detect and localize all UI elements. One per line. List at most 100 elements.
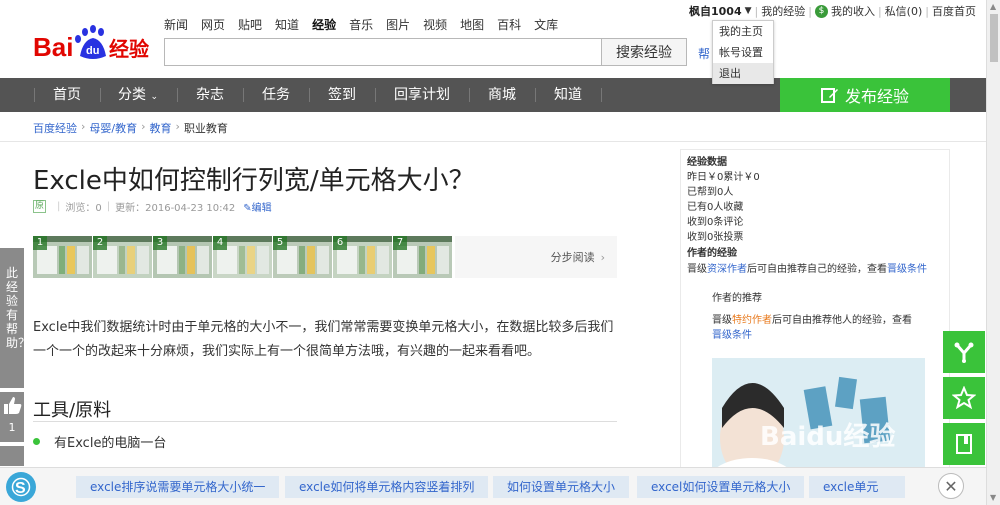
nav-category[interactable]: 分类 ⌄	[118, 78, 158, 112]
edit-link[interactable]: ✎编辑	[243, 199, 271, 214]
related-link[interactable]: 如何设置单元格大小	[493, 476, 630, 498]
stat-line: 收到0条评论	[687, 217, 744, 228]
top-nav-web[interactable]: 网页	[201, 16, 225, 33]
tool-text: 有Excle的电脑一台	[54, 436, 167, 451]
top-nav-news[interactable]: 新闻	[164, 16, 188, 33]
stats-title: 经验数据	[687, 157, 727, 168]
nav-mall[interactable]: 商城	[488, 78, 516, 112]
related-link[interactable]: excle单元	[809, 476, 905, 498]
top-nav-tieba[interactable]: 贴吧	[238, 16, 262, 33]
step-read-label: 分步阅读	[550, 251, 595, 264]
search-button[interactable]: 搜索经验	[601, 38, 687, 66]
username[interactable]: 枫自1004	[689, 3, 742, 19]
nav-checkin[interactable]: 签到	[328, 78, 356, 112]
step-read-button[interactable]: 分步阅读 ›	[455, 236, 617, 278]
scrollbar-thumb[interactable]	[990, 14, 998, 62]
like-button[interactable]: 1	[0, 392, 24, 442]
step-thumbnail[interactable]: 2	[93, 236, 152, 278]
divider	[309, 88, 310, 102]
menu-item-my-home[interactable]: 我的主页	[713, 21, 773, 42]
messages-link[interactable]: 私信(0)	[885, 3, 923, 19]
top-nav-jingyan[interactable]: 经验	[312, 16, 336, 33]
chevron-down-icon[interactable]: ▼	[745, 6, 752, 16]
upgrade-conditions-link[interactable]: 晋级条件	[712, 326, 752, 341]
baidu-jingyan-logo[interactable]: Bai du 经验	[33, 22, 153, 66]
breadcrumb-item[interactable]: 母婴/教育	[89, 120, 137, 136]
step-number: 3	[153, 236, 167, 250]
related-link[interactable]: excle排序说需要单元格大小统一	[76, 476, 280, 498]
top-nav-music[interactable]: 音乐	[349, 16, 373, 33]
recommend-title: 作者的推荐	[712, 293, 762, 304]
thumbs-up-icon	[4, 397, 22, 414]
senior-author-link[interactable]: 资深作者	[707, 264, 747, 275]
step-thumbnail[interactable]: 3	[153, 236, 212, 278]
top-nav-baike[interactable]: 百科	[497, 16, 521, 33]
step-thumbnail[interactable]: 5	[273, 236, 332, 278]
bookmark-button[interactable]	[943, 423, 985, 465]
nav-category-label: 分类	[118, 87, 146, 103]
step-thumbnail[interactable]: 7	[393, 236, 452, 278]
step-thumbnail[interactable]: 1	[33, 236, 92, 278]
step-number: 2	[93, 236, 107, 250]
top-nav-zhidao[interactable]: 知道	[275, 16, 299, 33]
my-experience-link[interactable]: 我的经验	[761, 3, 805, 19]
baidu-home-link[interactable]: 百度首页	[932, 3, 976, 19]
scroll-down-icon[interactable]: ▼	[990, 493, 996, 502]
divider	[469, 88, 470, 102]
user-bar: 枫自1004 ▼ | 我的经验 | $ 我的收入 | 私信(0) | 百度首页	[689, 3, 976, 19]
search-input[interactable]	[164, 38, 602, 66]
divider: |	[754, 4, 759, 18]
breadcrumb-item[interactable]: 百度经验	[33, 120, 77, 136]
breadcrumb-item[interactable]: 教育	[150, 120, 172, 136]
step-thumbnail[interactable]: 6	[333, 236, 392, 278]
favorite-button[interactable]	[943, 377, 985, 419]
scrollbar[interactable]: ▲ ▼	[986, 0, 1000, 505]
divider: |	[877, 4, 882, 18]
svg-text:Bai: Bai	[33, 32, 73, 62]
publish-experience-button[interactable]: 发布经验	[780, 78, 950, 112]
original-badge: 原	[33, 200, 46, 213]
search-logo-icon[interactable]: S	[6, 472, 36, 502]
special-author-link[interactable]: 特约作者	[732, 315, 772, 326]
breadcrumb: 百度经验 › 母婴/教育 › 教育 › 职业教育	[33, 120, 228, 136]
nav-share-plan[interactable]: 回享计划	[394, 78, 450, 112]
breadcrumb-current: 职业教育	[183, 122, 228, 135]
nav-zhidao[interactable]: 知道	[554, 78, 582, 112]
breadcrumb-arrow-icon: ›	[81, 120, 86, 133]
publish-label: 发布经验	[844, 87, 909, 106]
share-button[interactable]	[943, 331, 985, 373]
like-count: 1	[8, 421, 16, 434]
step-number: 1	[33, 236, 47, 250]
scroll-up-icon[interactable]: ▲	[990, 2, 996, 11]
top-nav-video[interactable]: 视频	[423, 16, 447, 33]
breadcrumb-arrow-icon: ›	[141, 120, 146, 133]
close-icon[interactable]: ✕	[938, 473, 964, 499]
top-nav-wenku[interactable]: 文库	[534, 16, 558, 33]
divider	[33, 421, 617, 422]
divider	[535, 88, 536, 102]
breadcrumb-arrow-icon: ›	[175, 120, 180, 133]
help-link[interactable]: 帮	[698, 45, 710, 62]
top-nav-images[interactable]: 图片	[386, 16, 410, 33]
step-thumbnail[interactable]: 4	[213, 236, 272, 278]
book-icon	[956, 434, 972, 454]
text: 后可自由推荐自己的经验，查看	[747, 264, 887, 275]
left-float-extra[interactable]	[0, 446, 24, 466]
divider: |	[925, 4, 929, 18]
share-icon	[954, 342, 974, 363]
pencil-icon: ✎	[243, 203, 252, 214]
nav-tasks[interactable]: 任务	[262, 78, 290, 112]
related-link[interactable]: excel如何设置单元格大小	[637, 476, 805, 498]
related-link[interactable]: excle如何将单元格内容竖着排列	[285, 476, 489, 498]
step-thumbnails: 1 2 3 4 5 6 7	[33, 236, 452, 278]
menu-item-logout[interactable]: 退出	[713, 63, 773, 84]
helpful-vote-panel[interactable]: 此经验有帮助？	[0, 248, 30, 388]
stat-line: 昨日￥0累计￥0	[687, 172, 760, 183]
my-income-link[interactable]: 我的收入	[831, 3, 875, 19]
nav-home[interactable]: 首页	[53, 78, 81, 112]
nav-magazine[interactable]: 杂志	[196, 78, 224, 112]
menu-item-account-settings[interactable]: 帐号设置	[713, 42, 773, 63]
top-nav-map[interactable]: 地图	[460, 16, 484, 33]
step-number: 4	[213, 236, 227, 250]
upgrade-conditions-link[interactable]: 晋级条件	[887, 264, 927, 275]
